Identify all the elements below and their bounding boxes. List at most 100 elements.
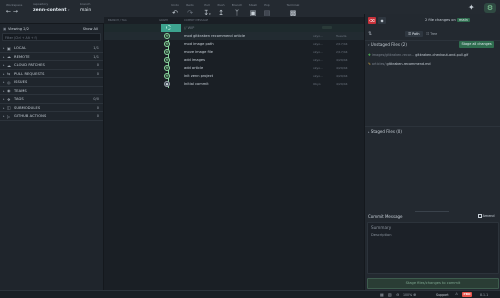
path-tab[interactable]: ☰ Path (405, 31, 423, 37)
pop-button[interactable]: Pop ▤ (260, 3, 274, 18)
discard-icon[interactable]: ◆ (378, 17, 386, 24)
section-count: 1/1 (93, 54, 99, 59)
commit-row[interactable]: ⚒ init zenn project okyo... 4/29/44 (104, 72, 364, 80)
commit-author: okyo... (313, 49, 323, 54)
header-graph: GRAPH (159, 19, 168, 22)
section-cloud-patches[interactable]: ▸ ☁ CLOUD PATCHES 0 (0, 61, 103, 70)
branch-selector[interactable]: branch main (80, 2, 91, 13)
commit-message-label: Commit Message (368, 214, 403, 219)
repository-selector[interactable]: repository zenn-content ▾ (33, 2, 70, 13)
workspace-label: Workspace (6, 3, 23, 7)
commit-date: Tuesda (336, 33, 347, 38)
section-label: LOCAL (14, 46, 27, 51)
section-tags[interactable]: ▸ ❖ TAGS 0/0 (0, 95, 103, 104)
commit-author: okyo... (313, 57, 323, 62)
redo-button[interactable]: Redo ↷ (183, 3, 197, 18)
summary-input[interactable]: Summary (371, 225, 391, 230)
staged-header[interactable]: ▸ Staged Files (0) (368, 129, 402, 134)
commit-row[interactable]: ⚒ add images okyo... 4/29/44 (104, 56, 364, 64)
unstaged-header[interactable]: ▾ Unstaged Files (2) (368, 42, 407, 47)
repository-label: repository (33, 2, 49, 6)
commit-message: init zenn project (184, 73, 214, 78)
section-pull-requests[interactable]: ▸ ⇆ PULL REQUESTS 0 (0, 70, 103, 78)
layout-icon[interactable]: ▦ (380, 292, 384, 297)
back-forward-icons[interactable]: ← → (6, 8, 22, 15)
header-message: COMMIT MESSAGE (184, 19, 209, 22)
commit-graph: BRANCH / TAG GRAPH COMMIT MESSAGE // WIP… (104, 17, 364, 298)
commit-date: 2/17/44 (336, 41, 348, 46)
commit-row[interactable]: ⚒ move image file okyo... 2/17/44 (104, 48, 364, 56)
section-label: PULL REQUESTS (14, 71, 45, 76)
panel-icon[interactable]: ▧ (388, 292, 392, 297)
commit-row[interactable]: ⚒ mod image path okyo... 2/17/44 (104, 40, 364, 48)
patch-icon: ☁ (7, 62, 11, 68)
status-bar: ▦ ▧ ⊖ 100% ⊕ Support ⚠ PRO 8.1.1 (0, 290, 500, 298)
chevron-right-icon: ▸ (3, 71, 5, 76)
tree-tab[interactable]: ☷ Tree (423, 31, 440, 37)
description-input[interactable]: Description (371, 233, 391, 237)
chevron-down-icon: ▾ (368, 43, 370, 47)
undo-button[interactable]: Undo ↶ (168, 3, 182, 18)
chevron-right-icon: ▸ (368, 130, 370, 134)
resize-handle[interactable] (415, 211, 449, 212)
sort-icon[interactable]: ⇅ (368, 31, 372, 37)
launchpad-icon[interactable]: ⚙ (484, 3, 496, 13)
chevron-right-icon: ▸ (3, 63, 5, 67)
pull-button[interactable]: Pull ↧▾ (200, 3, 214, 18)
amend-checkbox[interactable]: Amend (478, 214, 495, 218)
file-path: images/gitkraken-recor... (371, 53, 415, 57)
section-local[interactable]: ▸ ▣ LOCAL 1/1 (0, 44, 103, 53)
stage-all-button[interactable]: Stage all changes (459, 41, 495, 48)
show-all-link[interactable]: Show All (83, 27, 98, 31)
zoom-in-icon[interactable]: ⊕ (413, 292, 416, 297)
commit-message: add images (184, 57, 205, 62)
file-row[interactable]: ✚ images/gitkraken-recor... gitkraken-ch… (368, 53, 468, 57)
file-added-icon: ✚ (368, 53, 371, 57)
section-submodules[interactable]: ▸ ◫ SUBMODULES 0 (0, 104, 103, 112)
share-icon[interactable]: ✦ (468, 3, 475, 12)
section-github-actions[interactable]: ▸ ▷ GITHUB ACTIONS 0 (0, 112, 103, 121)
workspace-group[interactable]: Workspace ← → (6, 2, 22, 15)
push-button[interactable]: Push ↥ (214, 3, 228, 18)
filter-input[interactable]: Filter (Ctrl + Alt + f) (2, 33, 101, 41)
commit-row[interactable]: ⚒ add article okyo... 4/29/44 (104, 64, 364, 72)
branch-badge: main (456, 18, 470, 22)
section-count: 0 (96, 114, 99, 119)
support-link[interactable]: Support (436, 293, 449, 297)
team-icon: ◉ (7, 88, 11, 93)
pro-badge[interactable]: PRO (462, 292, 473, 298)
file-name: gitkraken-recommend.md (386, 62, 431, 66)
file-changes-label: 2 file changes on (425, 18, 456, 22)
commit-message: mod gitkraken recommend article (184, 33, 246, 38)
right-panel: ⌫ ◆ 2 file changes on main ⇅ ☰ Path ☷ Tr… (364, 14, 500, 298)
viewing-count: Viewing 2/2 (8, 26, 30, 31)
avatar: ⚒ (164, 48, 170, 55)
header-branch: BRANCH / TAG (108, 19, 127, 22)
commit-date: 4/29/44 (336, 73, 348, 78)
commit-author: okyo... (313, 65, 323, 70)
zoom-out-icon[interactable]: ⊖ (396, 292, 399, 297)
commit-row[interactable]: ⚒ mod gitkraken recommend article okyo..… (104, 32, 364, 40)
section-label: GITHUB ACTIONS (14, 114, 47, 119)
trash-icon[interactable]: ⌫ (368, 17, 376, 24)
branch-button[interactable]: Branch ᛉ (230, 3, 244, 18)
section-issues[interactable]: ▸ ◎ ISSUES (0, 78, 103, 87)
section-remote[interactable]: ▸ ☁ REMOTE 1/1 (0, 53, 103, 61)
commit-message: mod image path (184, 41, 214, 46)
avatar: ⚒ (164, 64, 170, 71)
version-label: 8.1.1 (480, 292, 489, 297)
section-teams[interactable]: ▸ ◉ TEAMS (0, 87, 103, 95)
chevron-right-icon: ▸ (3, 46, 5, 50)
commit-message-box[interactable]: Summary Description (367, 222, 499, 274)
commit-button[interactable]: Stage files/changes to commit (367, 278, 499, 289)
file-row[interactable]: ✎ articles/ gitkraken-recommend.md (368, 62, 431, 66)
chevron-right-icon: ▸ (3, 105, 5, 110)
terminal-button[interactable]: Terminal ▩ (286, 3, 300, 18)
bell-icon[interactable]: ⚠ (455, 292, 458, 296)
stash-button[interactable]: Stash ▣ (246, 3, 260, 18)
commit-message: add article (184, 65, 204, 70)
section-label: ISSUES (14, 80, 28, 85)
commit-row[interactable]: ● Initial commit Okyo 4/29/44 (104, 80, 364, 88)
wip-row[interactable]: // WIP (104, 24, 364, 32)
tag-icon: ❖ (7, 96, 11, 102)
